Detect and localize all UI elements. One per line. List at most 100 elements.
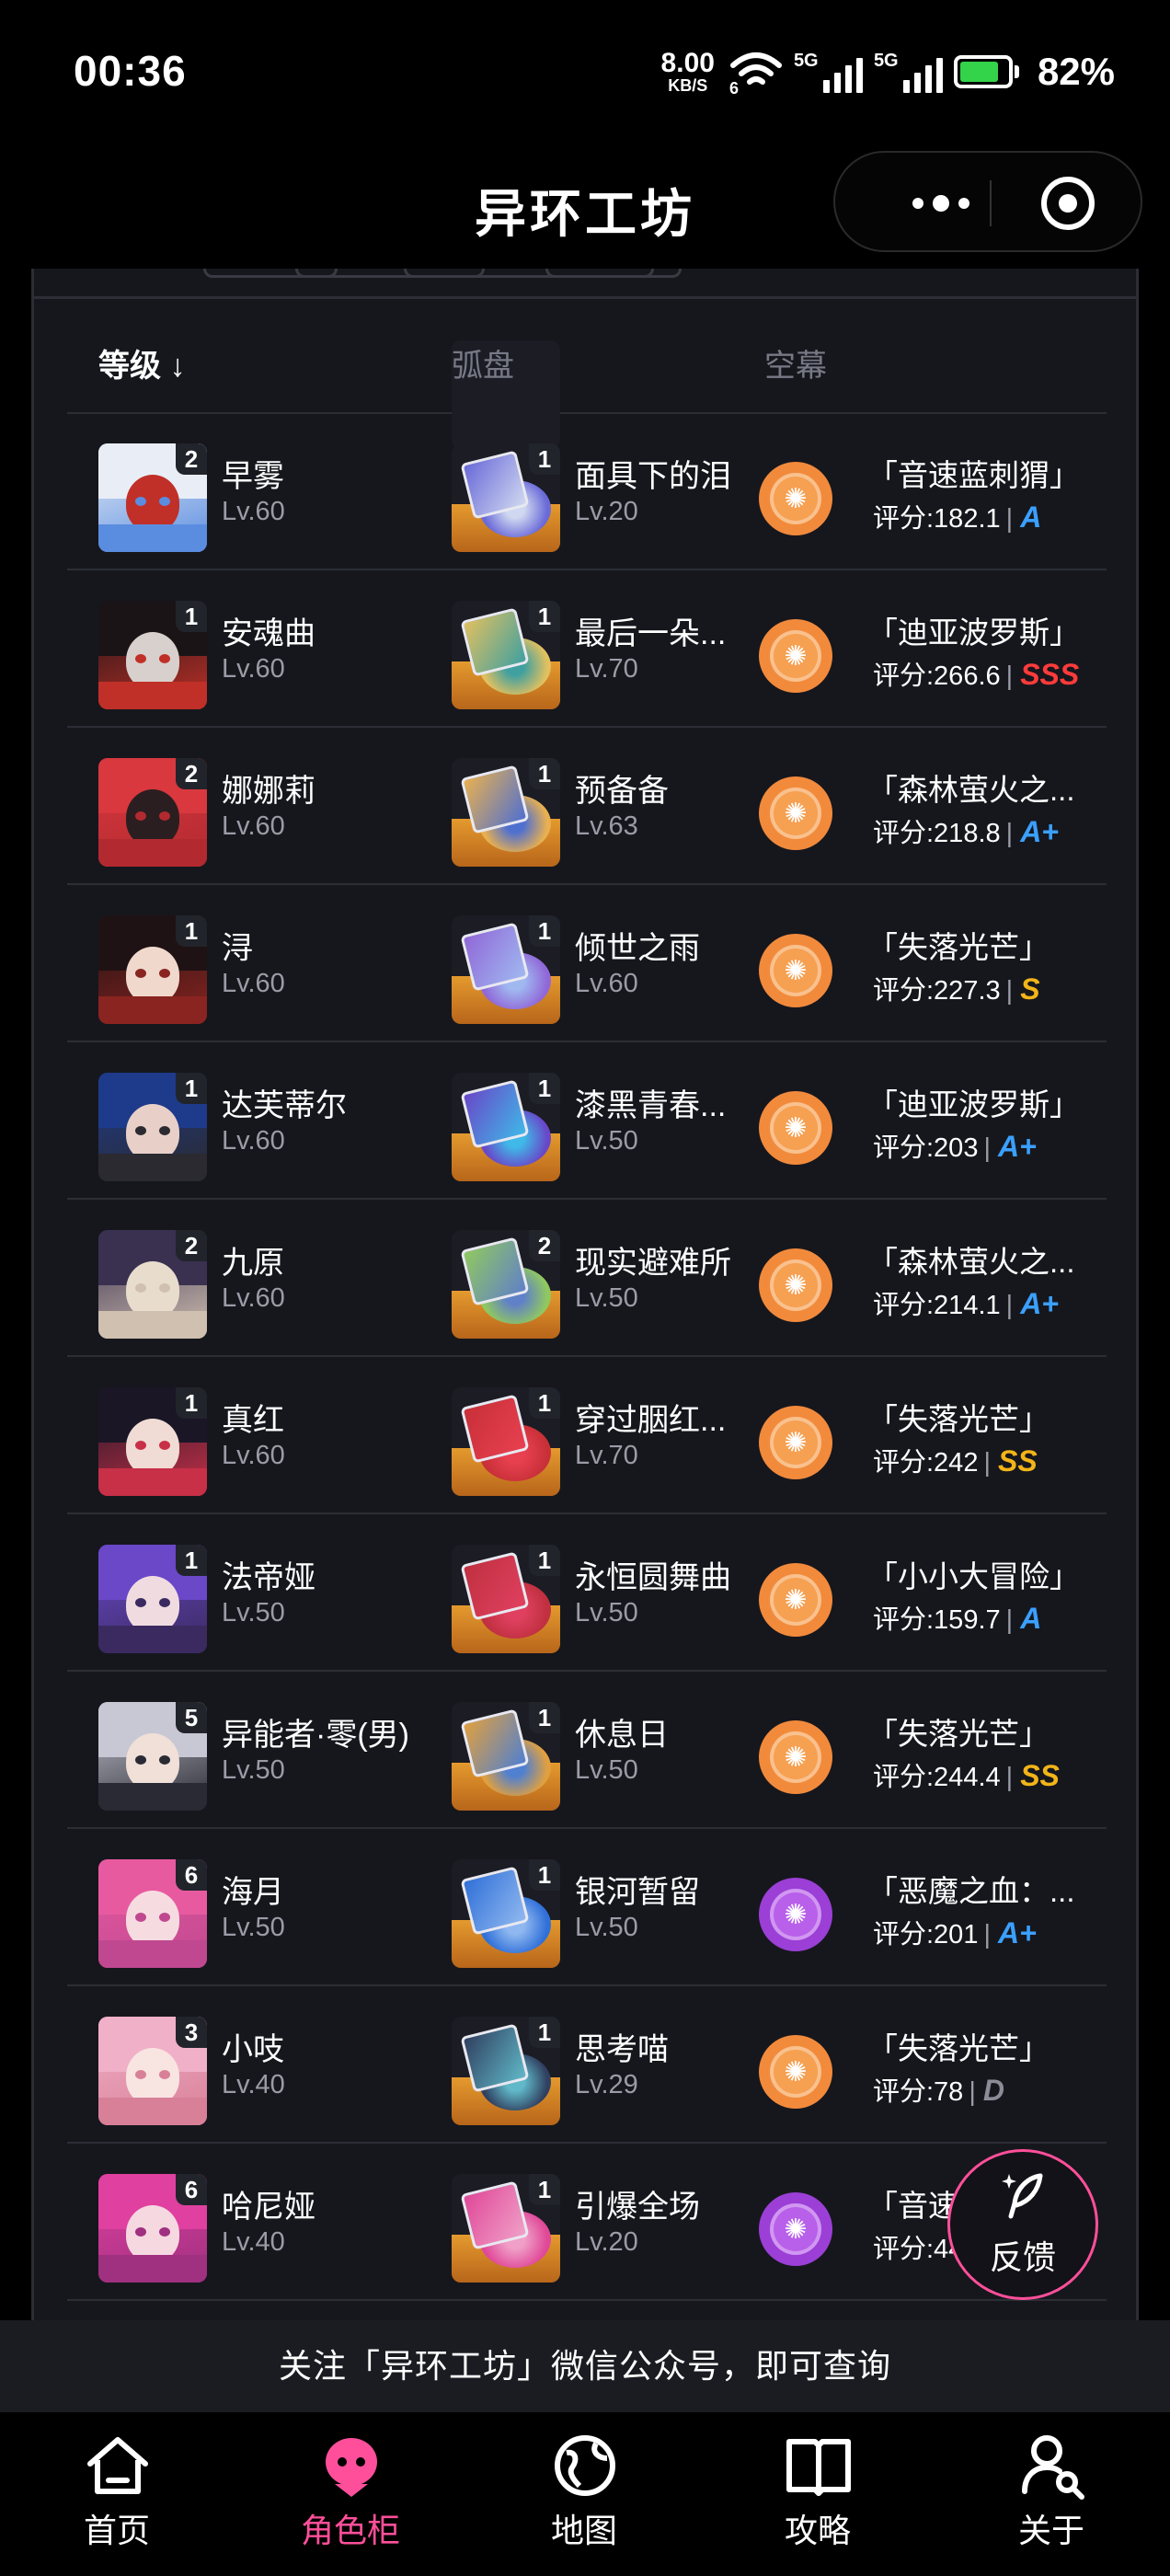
more-options-button[interactable] [881, 177, 1001, 230]
feedback-button[interactable]: 反馈 [947, 2149, 1098, 2300]
score-line: 评分:266.6 | SSS [873, 658, 1080, 691]
bottom-tab-bar: 首页 角色柜 地图 攻略 关于 [0, 2412, 1170, 2576]
score-value: 评分:227.3 [873, 976, 1001, 1006]
score-line: 评分:78 | D [873, 2074, 1004, 2107]
disk-name: 引爆全场 [575, 2190, 700, 2225]
screen-medal-icon: ✺ [759, 1248, 832, 1322]
status-bar: 00:36 8.00 KB/S 6 5G 5G 82% [0, 0, 1170, 147]
character-icon [326, 2438, 377, 2497]
table-row[interactable]: 3 小吱 Lv.40 1 思考喵 Lv.29 ✺ 「失落光芒」 评分:78 | D [67, 1985, 1107, 2144]
score-line: 评分:244.4 | SS [873, 1759, 1060, 1792]
close-miniprogram-button[interactable] [1039, 175, 1096, 232]
character-level: Lv.40 [222, 2070, 285, 2099]
score-line: 评分:203 | A+ [873, 1130, 1037, 1163]
home-icon [87, 2437, 148, 2494]
user-search-icon [1022, 2435, 1084, 2500]
disk-badge: 2 [529, 1230, 560, 1261]
tab-about[interactable]: 关于 [935, 2412, 1168, 2576]
score-line: 评分:227.3 | S [873, 972, 1040, 1006]
table-row[interactable]: 6 海月 Lv.50 1 银河暂留 Lv.50 ✺ 「恶魔之血：... 评分:201 | A+ [67, 1828, 1107, 1986]
tab-label: 关于 [1017, 2512, 1084, 2549]
disk-badge: 1 [529, 1702, 560, 1733]
rank-badge: 1 [176, 601, 207, 632]
table-row[interactable]: 1 安魂曲 Lv.60 1 最后一朵... Lv.70 ✺ 「迪亚波罗斯」 评分:266.6 | S… [67, 569, 1107, 728]
score-line: 评分:159.7 | A [873, 1602, 1042, 1635]
tab-character[interactable]: 角色柜 [234, 2412, 467, 2576]
battery-fill [959, 62, 998, 82]
disk-name: 思考喵 [575, 2032, 669, 2067]
filter-chip[interactable] [545, 269, 682, 278]
table-row[interactable]: 1 法帝娅 Lv.50 1 永恒圆舞曲 Lv.50 ✺ 「小小大冒险」 评分:159.7 | A [67, 1513, 1107, 1672]
screen-name: 「失落光芒」 [867, 2031, 1050, 2065]
disk-level: Lv.50 [575, 1913, 638, 1942]
disk-badge: 1 [529, 758, 560, 789]
score-value: 评分:159.7 [873, 1605, 1001, 1635]
disk-level: Lv.60 [575, 969, 638, 998]
table-row[interactable]: 5 异能者·零(男) Lv.50 1 休息日 Lv.50 ✺ 「失落光芒」 评分:244.4 | S… [67, 1671, 1107, 1829]
status-icons: 8.00 KB/S 6 5G 5G 82% [660, 48, 1115, 98]
net-speed-value: 8.00 [660, 48, 715, 78]
grade-badge: SS [1020, 1759, 1060, 1792]
character-name: 浔 [222, 931, 253, 966]
table-row[interactable]: 2 早雾 Lv.60 1 面具下的泪 Lv.20 ✺ 「音速蓝刺猬」 评分:182.1 | A [67, 412, 1107, 570]
screen-name: 「音速蓝刺猬」 [867, 458, 1080, 492]
capsule-divider [990, 180, 992, 226]
table-row[interactable]: 1 浔 Lv.60 1 倾世之雨 Lv.60 ✺ 「失落光芒」 评分:227.3 | S [67, 884, 1107, 1042]
character-name: 海月 [222, 1875, 284, 1910]
avatar: 2 [98, 1230, 207, 1339]
character-level: Lv.60 [222, 654, 285, 684]
battery-icon [953, 55, 1019, 88]
disk-level: Lv.70 [575, 1441, 638, 1470]
disk-thumbnail: 1 [452, 2017, 560, 2125]
feedback-label: 反馈 [989, 2238, 1056, 2276]
score-line: 评分:214.1 | A+ [873, 1287, 1059, 1320]
disk-badge: 1 [529, 2017, 560, 2048]
character-table-card: 等级 ↓ 弧盘 空幕 2 早雾 Lv.60 1 面具下的泪 Lv.20 ✺ 「音速蓝刺猬」 评分… [31, 269, 1139, 2320]
disk-thumbnail: 1 [452, 1859, 560, 1968]
screen-medal-icon: ✺ [759, 462, 832, 535]
tab-map[interactable]: 地图 [467, 2412, 701, 2576]
grade-badge: A+ [1020, 1287, 1059, 1320]
tab-label: 地图 [550, 2512, 617, 2549]
table-header: 等级 ↓ 弧盘 空幕 [67, 320, 1107, 449]
disk-level: Lv.70 [575, 654, 638, 684]
signal-1-icon: 5G [794, 51, 863, 93]
rank-badge: 6 [176, 2174, 207, 2205]
avatar: 5 [98, 1702, 207, 1811]
character-list-area[interactable]: 等级 ↓ 弧盘 空幕 2 早雾 Lv.60 1 面具下的泪 Lv.20 ✺ 「音速蓝刺猬」 评分… [0, 269, 1170, 2320]
disk-level: Lv.50 [575, 1598, 638, 1627]
character-name: 达芙蒂尔 [222, 1088, 347, 1123]
character-name: 早雾 [222, 459, 284, 494]
sort-level-header[interactable]: 等级 ↓ [98, 340, 185, 385]
tab-guide[interactable]: 攻略 [701, 2412, 935, 2576]
table-row[interactable]: 1 达芙蒂尔 Lv.60 1 漆黑青春... Lv.50 ✺ 「迪亚波罗斯」 评分:203 | A+ [67, 1041, 1107, 1200]
score-value: 评分:266.6 [873, 661, 1001, 691]
grade-badge: A [1020, 500, 1042, 534]
tab-home[interactable]: 首页 [0, 2412, 234, 2576]
disk-thumbnail: 1 [452, 443, 560, 552]
mini-program-title-bar: 异环工坊 [0, 147, 1170, 269]
avatar: 1 [98, 1073, 207, 1181]
avatar: 2 [98, 758, 207, 867]
screen-name: 「失落光芒」 [867, 1402, 1050, 1436]
character-name: 娜娜莉 [222, 774, 315, 809]
table-row[interactable]: 1 真红 Lv.60 1 穿过胭红... Lv.70 ✺ 「失落光芒」 评分:242 | SS [67, 1356, 1107, 1514]
grade-badge: A+ [998, 1916, 1037, 1949]
screen-medal-icon: ✺ [759, 619, 832, 693]
grade-badge: D [982, 2074, 1004, 2107]
rank-badge: 3 [176, 2017, 207, 2048]
character-level: Lv.50 [222, 1913, 285, 1942]
grade-badge: SSS [1020, 658, 1080, 691]
character-name: 异能者·零(男) [222, 1718, 409, 1753]
character-level: Lv.60 [222, 969, 285, 998]
screen-medal-icon: ✺ [759, 1563, 832, 1637]
disk-thumbnail: 1 [452, 758, 560, 867]
disk-name: 休息日 [575, 1718, 669, 1753]
table-row[interactable]: 2 九原 Lv.60 2 现实避难所 Lv.50 ✺ 「森林萤火之... 评分:214.1 | A+ [67, 1199, 1107, 1357]
screen-name: 「迪亚波罗斯」 [867, 615, 1080, 650]
table-row[interactable]: 2 娜娜莉 Lv.60 1 预备备 Lv.63 ✺ 「森林萤火之... 评分:218.8 | A+ [67, 727, 1107, 885]
capsule-menu [833, 151, 1142, 252]
disk-name: 穿过胭红... [575, 1403, 727, 1438]
character-level: Lv.60 [222, 1441, 285, 1470]
screen-name: 「森林萤火之... [867, 1245, 1075, 1279]
